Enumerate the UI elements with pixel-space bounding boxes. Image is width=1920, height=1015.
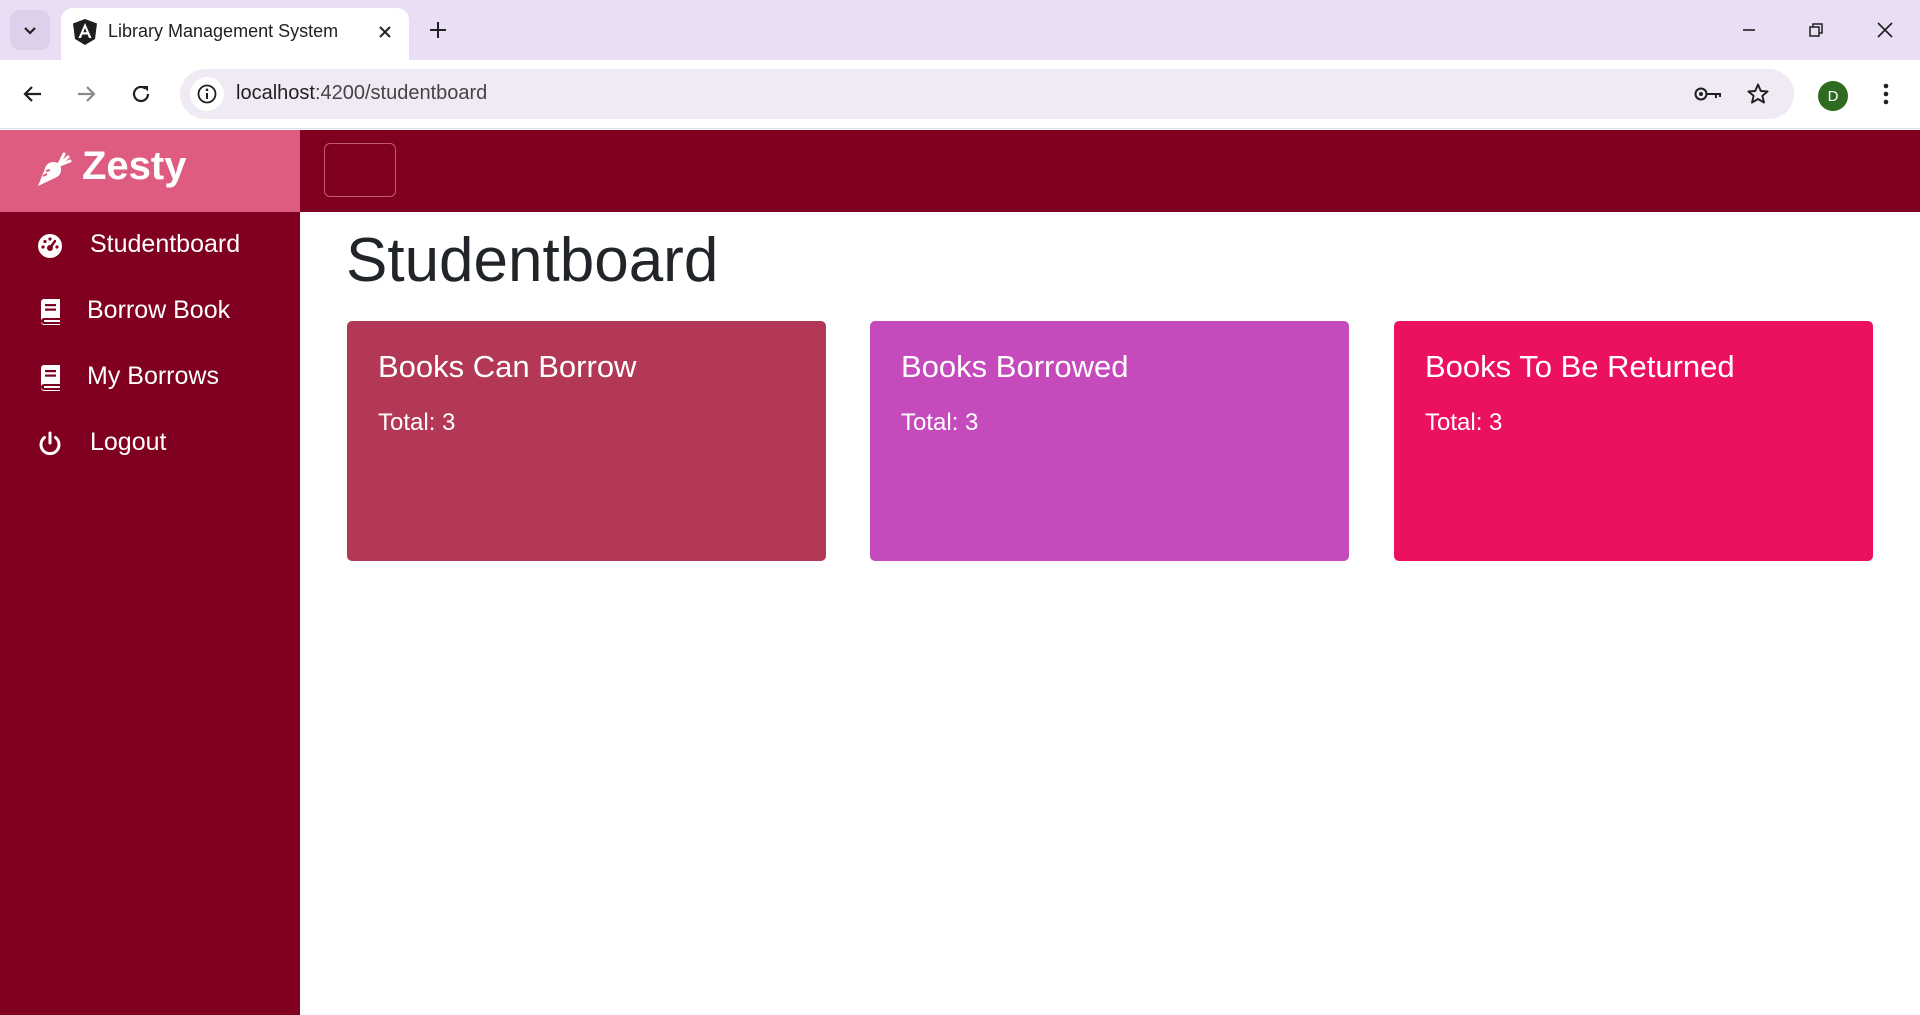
- plus-icon: [430, 22, 446, 38]
- card-total: Total: 3: [1425, 409, 1503, 436]
- dashboard-icon: [36, 232, 64, 260]
- url-host: localhost: [236, 82, 315, 104]
- close-icon: [1877, 22, 1893, 38]
- site-info-button[interactable]: [190, 77, 224, 111]
- arrow-right-icon: [78, 86, 96, 102]
- carrot-logo-icon: [38, 152, 72, 186]
- close-icon: [379, 26, 391, 38]
- card-title: Books Can Borrow: [378, 349, 637, 384]
- card-total: Total: 3: [901, 409, 979, 436]
- star-icon: [1747, 83, 1769, 104]
- app-topbar: [300, 130, 1920, 212]
- sidebar-toggle-button[interactable]: [324, 143, 396, 197]
- sidebar: Zesty Studentboard Borrow Book My Borrow…: [0, 130, 300, 1015]
- sidebar-item-studentboard[interactable]: Studentboard: [0, 218, 300, 274]
- sidebar-item-my-borrows[interactable]: My Borrows: [0, 350, 300, 406]
- chevron-down-icon: [24, 27, 36, 35]
- angular-icon: [73, 19, 97, 45]
- tab-search-button[interactable]: [10, 10, 50, 50]
- url-path: :4200/studentboard: [314, 82, 488, 104]
- arrow-left-icon: [23, 86, 41, 102]
- sidebar-item-label: Studentboard: [90, 230, 241, 258]
- stat-card-borrowed[interactable]: Books Borrowed Total: 3: [870, 321, 1349, 561]
- card-total: Total: 3: [378, 409, 456, 436]
- card-title: Books Borrowed: [901, 349, 1129, 384]
- back-button[interactable]: [13, 74, 53, 114]
- close-window-button[interactable]: [1865, 10, 1905, 50]
- more-vert-icon: [1883, 83, 1889, 105]
- url-text[interactable]: localhost:4200/studentboard: [236, 82, 487, 105]
- sidebar-item-label: Borrow Book: [87, 296, 231, 324]
- page-title: Studentboard: [346, 226, 719, 295]
- bookmark-button[interactable]: [1742, 78, 1774, 110]
- sidebar-item-borrow-book[interactable]: Borrow Book: [0, 284, 300, 340]
- restore-icon: [1809, 23, 1823, 37]
- forward-button[interactable]: [66, 74, 106, 114]
- stat-card-to-be-returned[interactable]: Books To Be Returned Total: 3: [1394, 321, 1873, 561]
- info-icon: [197, 84, 217, 104]
- book-icon: [36, 298, 64, 326]
- restore-button[interactable]: [1796, 10, 1836, 50]
- stat-card-can-borrow[interactable]: Books Can Borrow Total: 3: [347, 321, 826, 561]
- new-tab-button[interactable]: [422, 14, 454, 46]
- tab-close-button[interactable]: [373, 20, 397, 44]
- sidebar-item-logout[interactable]: Logout: [0, 416, 300, 472]
- book-icon: [36, 364, 64, 392]
- sidebar-item-label: Logout: [90, 428, 167, 456]
- minimize-icon: [1743, 29, 1755, 31]
- address-bar[interactable]: localhost:4200/studentboard: [180, 69, 1794, 119]
- sidebar-item-label: My Borrows: [87, 362, 219, 390]
- card-title: Books To Be Returned: [1425, 349, 1735, 384]
- minimize-button[interactable]: [1729, 10, 1769, 50]
- browser-tabstrip: Library Management System: [0, 0, 1920, 60]
- reload-icon: [132, 85, 150, 103]
- key-icon: [1694, 87, 1721, 101]
- tab-title: Library Management System: [108, 21, 339, 41]
- reload-button[interactable]: [121, 74, 161, 114]
- brand-name: Zesty: [82, 144, 187, 188]
- browser-menu-button[interactable]: [1870, 78, 1902, 110]
- browser-toolbar: localhost:4200/studentboard D: [0, 60, 1920, 129]
- profile-avatar[interactable]: D: [1818, 81, 1848, 111]
- browser-tab-active[interactable]: Library Management System: [61, 8, 409, 60]
- power-icon: [36, 430, 64, 458]
- brand[interactable]: Zesty: [0, 130, 300, 212]
- password-key-button[interactable]: [1693, 78, 1725, 110]
